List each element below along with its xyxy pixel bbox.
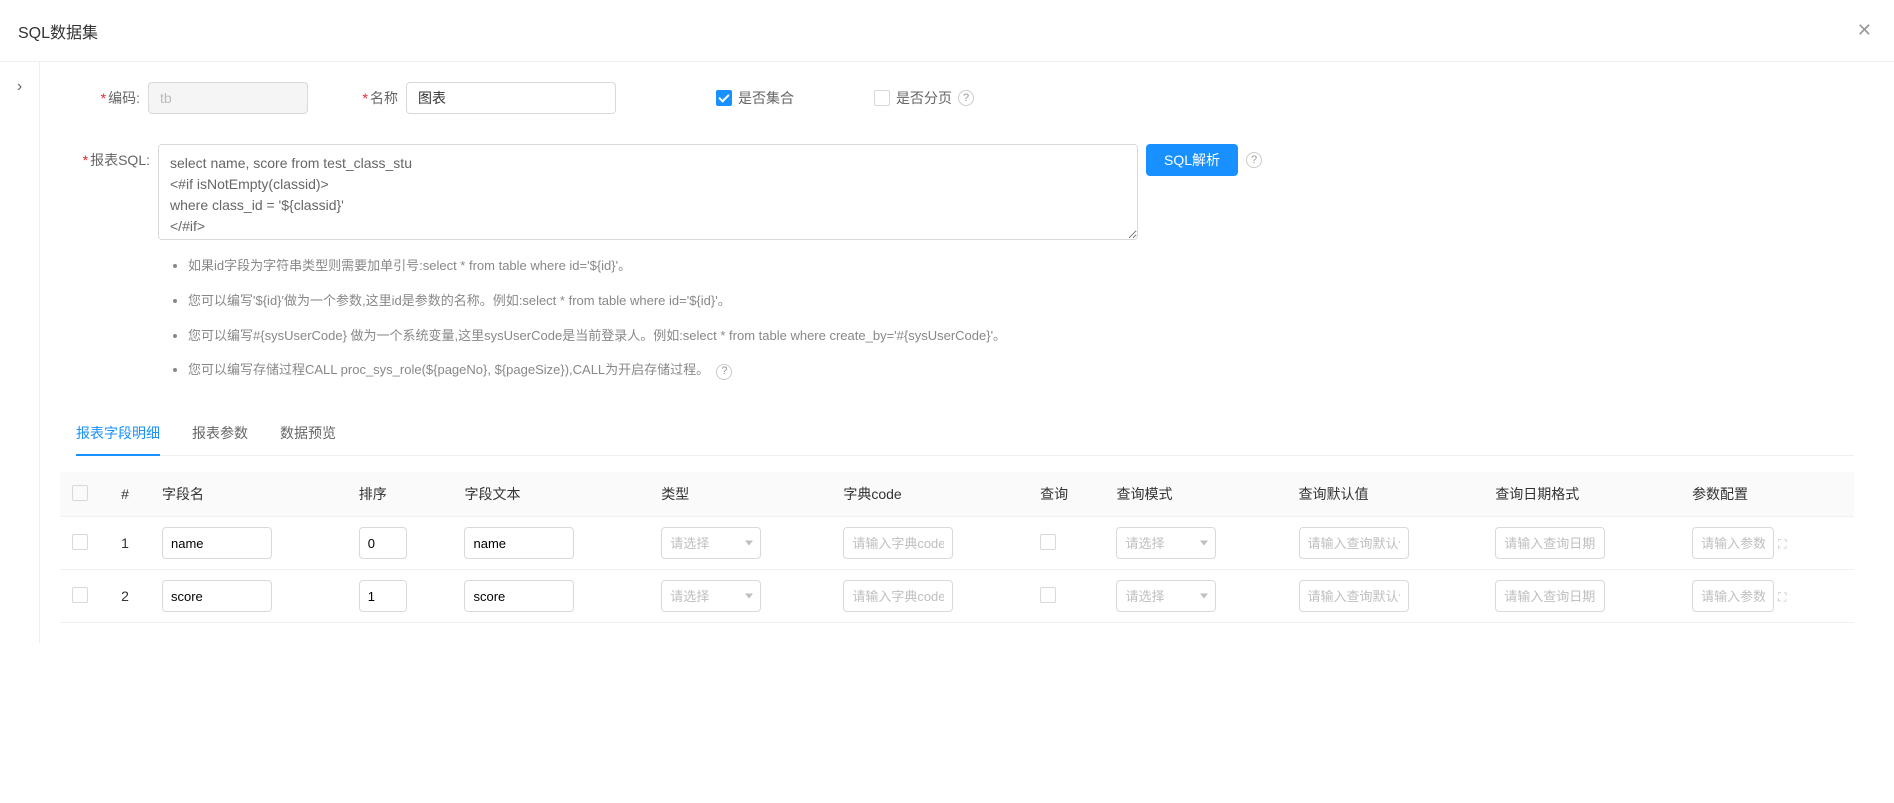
hint-item: 您可以编写#{sysUserCode} 做为一个系统变量,这里sysUserCo… [188, 326, 1854, 347]
dict-code-input[interactable] [843, 580, 953, 612]
dialog-title: SQL数据集 [18, 19, 98, 43]
is-collection-label: 是否集合 [738, 88, 794, 108]
hints: 如果id字段为字符串类型则需要加单引号:select * from table … [168, 256, 1854, 381]
col-param-config: 参数配置 [1680, 472, 1854, 517]
select-all-checkbox[interactable] [72, 485, 88, 501]
query-checkbox[interactable] [1040, 587, 1056, 603]
tabs: 报表字段明细 报表参数 数据预览 [76, 411, 1854, 456]
table-row: 1 请选择 请选择 ⛶ [60, 517, 1854, 570]
tab-field-detail[interactable]: 报表字段明细 [76, 411, 160, 455]
table-row: 2 请选择 请选择 ⛶ [60, 570, 1854, 623]
col-query-date-fmt: 查询日期格式 [1483, 472, 1680, 517]
query-default-input[interactable] [1299, 580, 1409, 612]
hint-item: 您可以编写存储过程CALL proc_sys_role(${pageNo}, $… [188, 360, 1854, 381]
param-config-input[interactable] [1692, 527, 1774, 559]
field-name-input[interactable] [162, 527, 272, 559]
dict-code-input[interactable] [843, 527, 953, 559]
query-mode-select[interactable]: 请选择 [1116, 527, 1216, 559]
tab-preview[interactable]: 数据预览 [280, 411, 336, 455]
name-label: *名称 [348, 88, 398, 108]
sql-label: *报表SQL: [60, 144, 150, 170]
sql-parse-button[interactable]: SQL解析 [1146, 144, 1238, 176]
code-input [148, 82, 308, 114]
col-query: 查询 [1028, 472, 1104, 517]
field-name-input[interactable] [162, 580, 272, 612]
query-default-input[interactable] [1299, 527, 1409, 559]
query-mode-select[interactable]: 请选择 [1116, 580, 1216, 612]
close-icon[interactable]: ✕ [1853, 16, 1876, 45]
is-paging-checkbox[interactable] [874, 90, 890, 106]
col-query-mode: 查询模式 [1104, 472, 1286, 517]
hint-item: 如果id字段为字符串类型则需要加单引号:select * from table … [188, 256, 1854, 277]
query-date-fmt-input[interactable] [1495, 580, 1605, 612]
help-icon[interactable]: ? [716, 364, 732, 380]
type-select[interactable]: 请选择 [661, 580, 761, 612]
hint-item: 您可以编写'${id}'做为一个参数,这里id是参数的名称。例如:select … [188, 291, 1854, 312]
help-icon[interactable]: ? [1246, 152, 1262, 168]
expand-icon[interactable]: ⛶ [1778, 590, 1786, 604]
col-field-name: 字段名 [150, 472, 347, 517]
name-input[interactable] [406, 82, 616, 114]
row-num: 1 [100, 517, 150, 570]
query-date-fmt-input[interactable] [1495, 527, 1605, 559]
row-checkbox[interactable] [72, 587, 88, 603]
col-num: # [100, 472, 150, 517]
col-sort: 排序 [347, 472, 453, 517]
col-type: 类型 [649, 472, 831, 517]
sort-input[interactable] [359, 527, 407, 559]
type-select[interactable]: 请选择 [661, 527, 761, 559]
col-query-default: 查询默认值 [1287, 472, 1484, 517]
tab-params[interactable]: 报表参数 [192, 411, 248, 455]
sort-input[interactable] [359, 580, 407, 612]
field-text-input[interactable] [464, 580, 574, 612]
help-icon[interactable]: ? [958, 90, 974, 106]
col-field-text: 字段文本 [452, 472, 649, 517]
param-config-input[interactable] [1692, 580, 1774, 612]
field-text-input[interactable] [464, 527, 574, 559]
code-label: *编码: [60, 88, 140, 108]
dialog-header: SQL数据集 ✕ [0, 0, 1894, 62]
chevron-right-icon: › [17, 78, 22, 643]
row-num: 2 [100, 570, 150, 623]
col-dict-code: 字典code [831, 472, 1028, 517]
expand-icon[interactable]: ⛶ [1778, 537, 1786, 551]
fields-table: # 字段名 排序 字段文本 类型 字典code 查询 查询模式 查询默认值 查询… [60, 472, 1854, 623]
row-checkbox[interactable] [72, 534, 88, 550]
is-collection-checkbox[interactable] [716, 90, 732, 106]
query-checkbox[interactable] [1040, 534, 1056, 550]
is-paging-label: 是否分页 [896, 88, 952, 108]
sql-textarea[interactable] [158, 144, 1138, 240]
sidebar-toggle[interactable]: › [0, 62, 40, 643]
